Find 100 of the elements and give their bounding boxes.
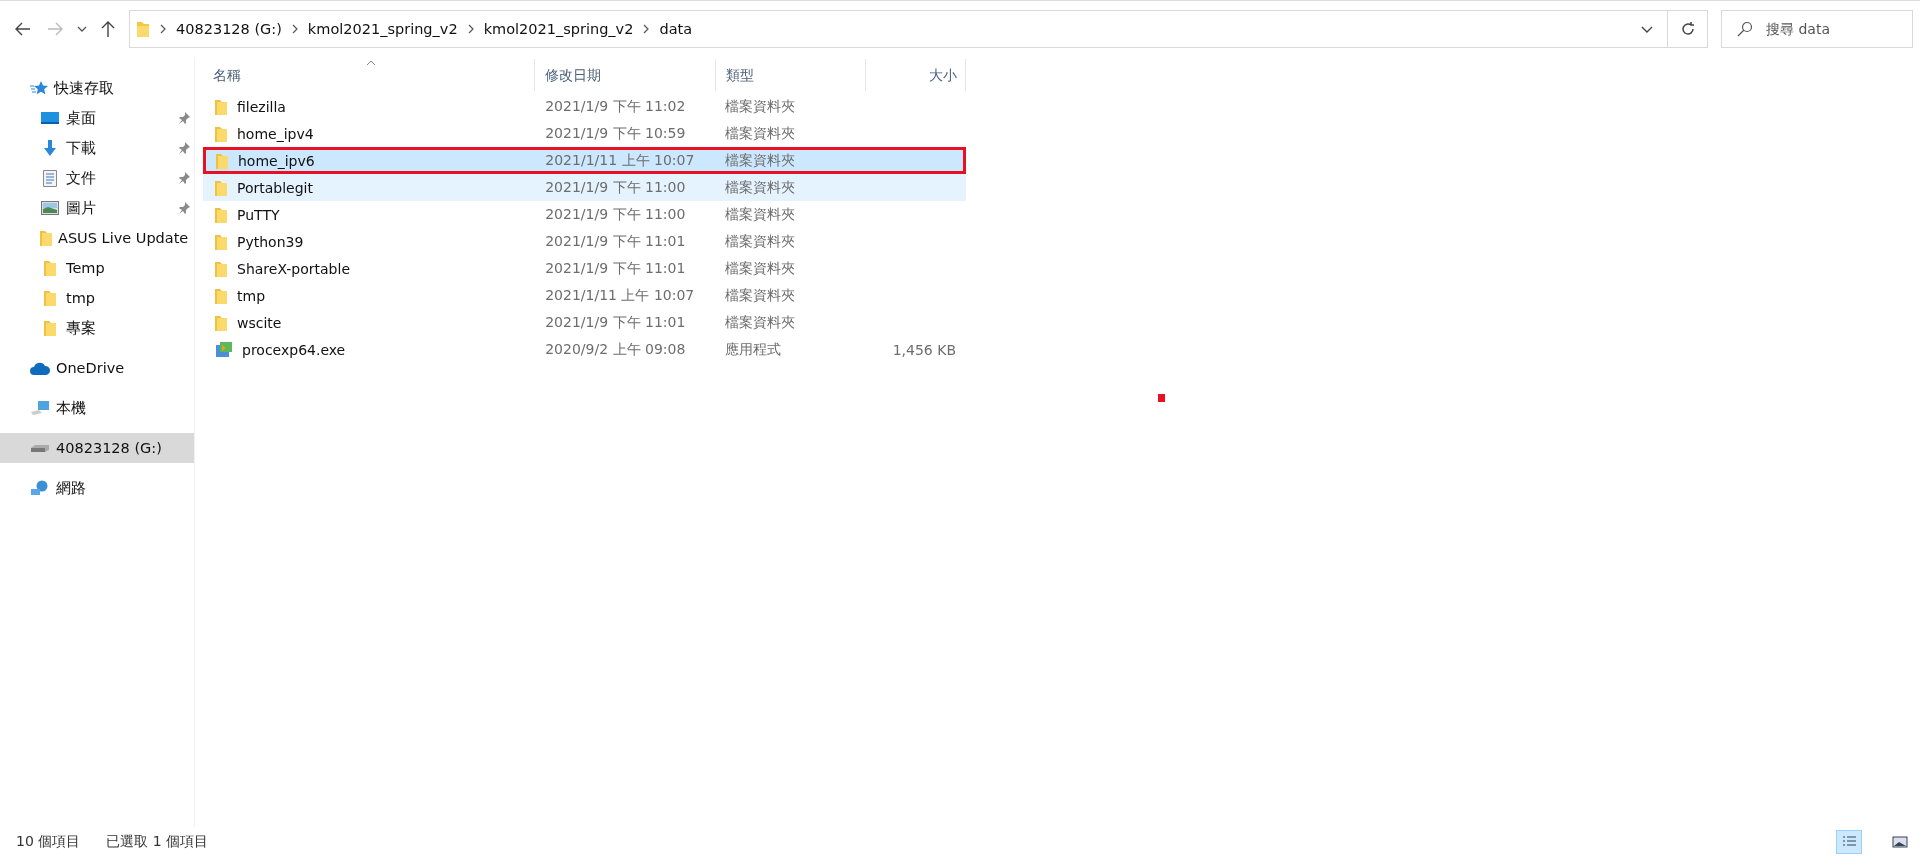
- folder-icon: [44, 290, 56, 306]
- sidebar-item[interactable]: Temp: [0, 253, 194, 283]
- file-row[interactable]: filezilla 2021/1/9 下午 11:02 檔案資料夾: [203, 93, 966, 120]
- sidebar-label: 圖片: [66, 198, 96, 218]
- file-type: 檔案資料夾: [724, 259, 797, 278]
- sidebar-label: 40823128 (G:): [56, 440, 162, 456]
- breadcrumb-item[interactable]: data: [659, 21, 693, 37]
- file-name: tmp: [237, 287, 265, 304]
- folder-icon: [44, 260, 56, 276]
- pin-icon: [178, 142, 190, 154]
- sidebar-item[interactable]: 文件: [0, 163, 194, 193]
- file-row[interactable]: ShareX-portable 2021/1/9 下午 11:01 檔案資料夾: [203, 255, 966, 282]
- back-icon[interactable]: [15, 22, 31, 36]
- folder-icon: [215, 287, 227, 304]
- column-header[interactable]: 名稱: [203, 59, 535, 91]
- modified-date: 2021/1/9 下午 11:00: [544, 205, 687, 224]
- folder-icon: [215, 98, 227, 115]
- modified-date: 2021/1/9 下午 11:01: [544, 313, 687, 332]
- file-type: 檔案資料夾: [723, 151, 796, 170]
- search-icon: [1737, 21, 1753, 37]
- sidebar-item[interactable]: ASUS Live Update: [0, 223, 194, 253]
- download-icon: [42, 140, 58, 156]
- file-row[interactable]: Portablegit 2021/1/9 下午 11:00 檔案資料夾: [203, 174, 966, 201]
- file-name: procexp64.exe: [242, 341, 346, 358]
- network-icon: [30, 480, 50, 496]
- sidebar-label: 快速存取: [54, 78, 114, 98]
- file-type: 應用程式: [724, 340, 783, 359]
- column-header[interactable]: 大小: [866, 59, 966, 91]
- folder-icon: [215, 125, 227, 142]
- dropdown-icon[interactable]: [1641, 25, 1653, 33]
- chevron-icon: [160, 24, 166, 34]
- star-icon: [30, 80, 48, 96]
- address-bar[interactable]: 40823128 (G:) kmol2021_spring_v2 kmol2021_spring_v2 data: [129, 10, 1668, 48]
- file-name: Portablegit: [237, 179, 313, 196]
- up-icon[interactable]: [101, 21, 115, 37]
- modified-date: 2021/1/9 下午 11:01: [544, 259, 687, 278]
- modified-date: 2021/1/9 下午 11:00: [544, 178, 687, 197]
- app-icon: [215, 341, 232, 358]
- dropdown-icon[interactable]: [77, 26, 87, 32]
- folder-icon: [215, 314, 227, 331]
- sidebar-label: 網路: [56, 478, 86, 498]
- file-name: ShareX-portable: [237, 260, 350, 277]
- folder-icon: [136, 20, 150, 38]
- pin-icon: [178, 112, 190, 124]
- image-icon: [41, 201, 59, 215]
- file-type: 檔案資料夾: [724, 205, 797, 224]
- column-header[interactable]: 修改日期: [535, 59, 716, 91]
- folder-icon: [215, 206, 227, 223]
- file-row[interactable]: procexp64.exe 2020/9/2 上午 09:08 應用程式 1,456 KB: [203, 336, 966, 363]
- modified-date: 2021/1/9 下午 11:01: [544, 232, 687, 251]
- sidebar-item[interactable]: 網路: [0, 473, 194, 503]
- column-header[interactable]: 類型: [716, 59, 866, 91]
- sidebar-item[interactable]: 下載: [0, 133, 194, 163]
- sidebar-item[interactable]: 40823128 (G:): [0, 433, 194, 463]
- file-row[interactable]: PuTTY 2021/1/9 下午 11:00 檔案資料夾: [203, 201, 966, 228]
- sidebar-item[interactable]: 快速存取: [0, 73, 194, 103]
- chevron-icon: [467, 24, 474, 34]
- pin-icon: [178, 172, 190, 184]
- file-type: 檔案資料夾: [724, 232, 797, 251]
- modified-date: 2020/9/2 上午 09:08: [544, 340, 687, 359]
- file-name: filezilla: [237, 98, 286, 115]
- sidebar-label: Temp: [66, 260, 105, 276]
- breadcrumb-item[interactable]: kmol2021_spring_v2: [483, 21, 634, 37]
- sidebar-item[interactable]: 桌面: [0, 103, 194, 133]
- sidebar-label: tmp: [66, 290, 95, 306]
- file-name: wscite: [237, 314, 282, 331]
- sidebar-label: ASUS Live Update: [58, 230, 189, 246]
- sidebar-label: 下載: [66, 138, 96, 158]
- drive-icon: [30, 443, 50, 453]
- file-name: home_ipv6: [238, 152, 315, 169]
- sidebar-label: 本機: [56, 398, 86, 418]
- modified-date: 2021/1/9 下午 11:02: [544, 97, 687, 116]
- breadcrumb-item[interactable]: kmol2021_spring_v2: [307, 21, 458, 37]
- folder-icon: [215, 260, 227, 277]
- refresh-button[interactable]: [1668, 10, 1708, 48]
- sidebar-label: 桌面: [66, 108, 96, 128]
- file-name: PuTTY: [237, 206, 280, 223]
- monitor-icon: [41, 111, 59, 125]
- sidebar-item[interactable]: 本機: [0, 393, 194, 423]
- file-name: Python39: [237, 233, 304, 250]
- file-row[interactable]: Python39 2021/1/9 下午 11:01 檔案資料夾: [203, 228, 966, 255]
- item-count: 10 個項目: [16, 833, 81, 851]
- file-row[interactable]: home_ipv6 2021/1/11 上午 10:07 檔案資料夾: [203, 147, 966, 174]
- chevron-icon: [291, 24, 298, 34]
- folder-icon: [44, 320, 56, 336]
- sidebar-item[interactable]: OneDrive: [0, 353, 194, 383]
- search-field[interactable]: 搜尋 data: [1721, 10, 1913, 48]
- sidebar-item[interactable]: 圖片: [0, 193, 194, 223]
- pin-icon: [178, 202, 190, 214]
- sidebar-label: 文件: [66, 168, 96, 188]
- annotation-mark: [1158, 394, 1165, 402]
- file-row[interactable]: tmp 2021/1/11 上午 10:07 檔案資料夾: [203, 282, 966, 309]
- file-row[interactable]: wscite 2021/1/9 下午 11:01 檔案資料夾: [203, 309, 966, 336]
- folder-icon: [216, 152, 228, 169]
- file-row[interactable]: home_ipv4 2021/1/9 下午 10:59 檔案資料夾: [203, 120, 966, 147]
- sidebar-item[interactable]: tmp: [0, 283, 194, 313]
- modified-date: 2021/1/11 上午 10:07: [544, 151, 696, 170]
- breadcrumb-item[interactable]: 40823128 (G:): [176, 21, 282, 37]
- sidebar-item[interactable]: 專案: [0, 313, 194, 343]
- modified-date: 2021/1/11 上午 10:07: [544, 286, 696, 305]
